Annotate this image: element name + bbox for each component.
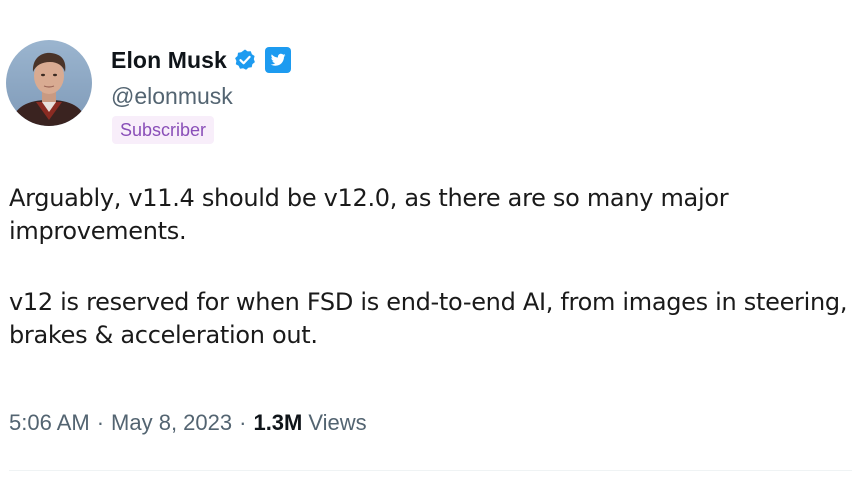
author-display-name[interactable]: Elon Musk [111,47,227,74]
avatar-image [6,40,92,126]
tweet-date[interactable]: May 8, 2023 [111,410,232,436]
twitter-bird-icon [264,47,291,73]
divider [9,470,852,471]
views-count: 1.3M [253,410,303,435]
separator-dot: · [96,410,105,435]
author-handle[interactable]: @elonmusk [111,83,233,110]
tweet-card: Elon Musk @elonmusk Subscriber Arguably,… [0,0,852,479]
views-label: Views [308,410,367,435]
blue-check-icon [235,49,255,70]
author-name-row: Elon Musk [111,43,291,77]
tweet-text-paragraph: v12 is reserved for when FSD is end-to-e… [9,288,848,349]
tweet-time[interactable]: 5:06 AM [9,410,90,436]
tweet-text-paragraph: Arguably, v11.4 should be v12.0, as ther… [9,184,729,245]
subscriber-badge: Subscriber [112,116,215,144]
separator-dot: · [239,410,247,435]
avatar[interactable] [6,40,92,126]
tweet-metadata: 5:06 AM · May 8, 2023 · 1.3M Views [9,410,367,436]
